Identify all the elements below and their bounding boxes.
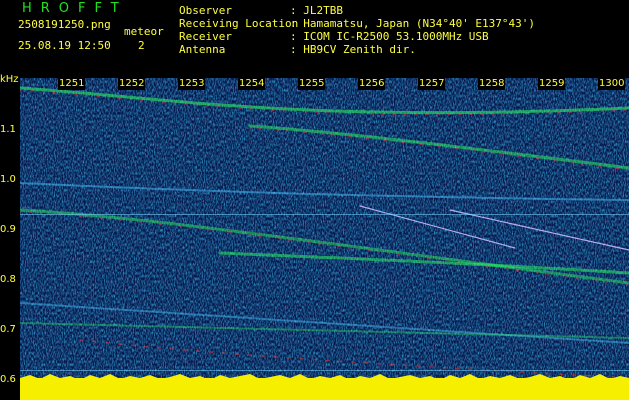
x-tick: 1254	[238, 78, 266, 90]
x-tick: 1259	[538, 78, 566, 90]
y-tick: 0.8	[0, 274, 16, 285]
x-tick: 1258	[478, 78, 506, 90]
y-axis-unit: kHz	[0, 74, 19, 85]
x-tick: 1257	[418, 78, 446, 90]
meteor-count: 2	[138, 39, 145, 52]
x-tick: 1253	[178, 78, 206, 90]
receiver-value: : ICOM IC-R2500 53.1000MHz USB	[290, 30, 489, 43]
filename: 2508191250.png	[18, 18, 111, 31]
reference-line	[20, 370, 629, 371]
observer-label: Observer	[179, 4, 232, 17]
x-tick: 1255	[298, 78, 326, 90]
datetime: 25.08.19 12:50	[18, 39, 111, 52]
antenna-value: : HB9CV Zenith dir.	[290, 43, 416, 56]
reference-line	[20, 214, 629, 215]
x-tick: 1256	[358, 78, 386, 90]
spectrogram: 1251 1252 1253 1254 1255 1256 1257 1258 …	[20, 78, 629, 400]
header: HROFFT 2508191250.png meteor 2 25.08.19 …	[0, 0, 629, 78]
y-tick: 0.7	[0, 324, 16, 335]
y-tick: 0.9	[0, 224, 16, 235]
y-axis: kHz 1.1 1.0 0.9 0.8 0.7 0.6	[0, 74, 20, 400]
spectrogram-image	[20, 78, 629, 400]
x-tick: 1300	[598, 78, 626, 90]
noise-floor	[20, 374, 629, 400]
observer-value: : JL2TBB	[290, 4, 343, 17]
x-tick: 1251	[58, 78, 86, 90]
app-logo: HROFFT	[22, 1, 128, 16]
y-tick: 1.1	[0, 124, 16, 135]
x-tick: 1252	[118, 78, 146, 90]
receiver-label: Receiver	[179, 30, 232, 43]
y-tick: 0.6	[0, 374, 16, 385]
location-label: Receiving Location	[179, 17, 299, 30]
meteor-label: meteor	[124, 25, 164, 38]
antenna-label: Antenna	[179, 43, 226, 56]
location-value: : Hamamatsu, Japan (N34°40' E137°43')	[290, 17, 536, 30]
y-tick: 1.0	[0, 174, 16, 185]
